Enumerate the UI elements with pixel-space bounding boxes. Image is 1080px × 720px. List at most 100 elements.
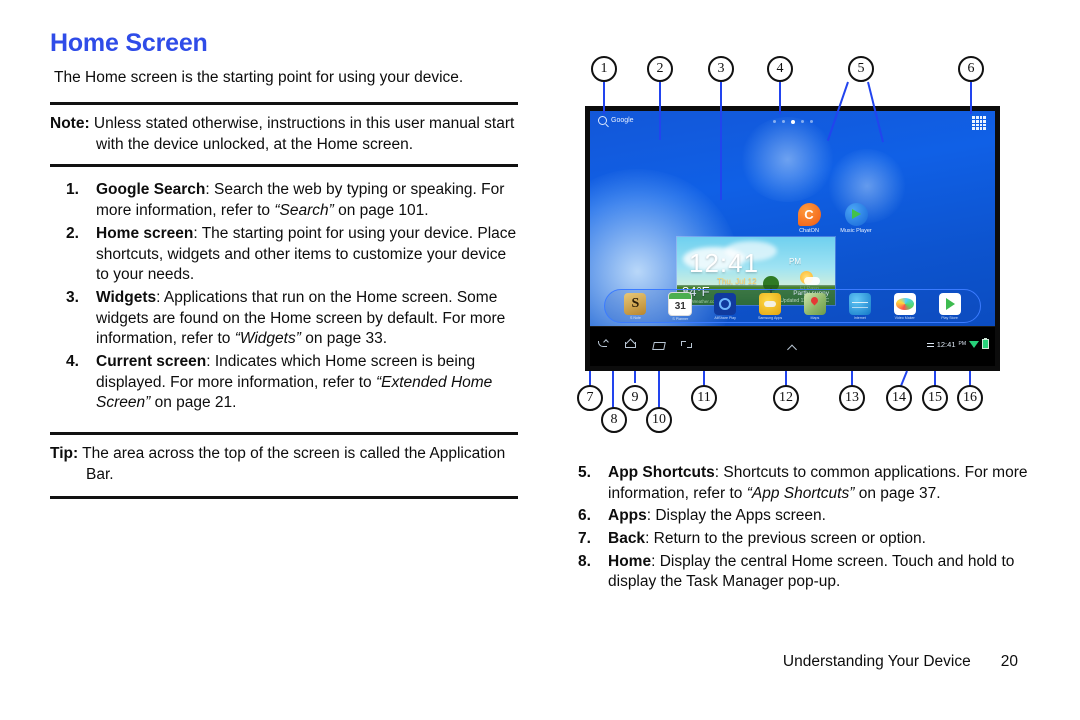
dock-item-label: S Note (629, 315, 641, 320)
intro-paragraph: The Home screen is the starting point fo… (54, 68, 464, 86)
callout-12: 12 (773, 385, 799, 411)
page-dot (781, 120, 785, 123)
dock-item-label: AllShare Play (714, 315, 736, 320)
dock-item-samsung-apps[interactable]: Samsung Apps (755, 292, 785, 320)
status-icons: 12:41 PM (926, 338, 989, 349)
dock-item-internet[interactable]: Internet (845, 292, 875, 320)
page-dot-active (790, 119, 795, 124)
callout-15: 15 (922, 385, 948, 411)
system-bar: 12:41 PM (590, 326, 995, 366)
page-dot (800, 120, 804, 123)
maps-icon (803, 292, 826, 315)
app-shortcut-music-player[interactable]: Music Player (837, 203, 875, 234)
leader-line-8 (612, 371, 614, 409)
device-callout-diagram: 1 2 3 4 5 6 Google 12:41 PM Thu, Jul 12 … (575, 48, 1015, 443)
application-bar: Google (590, 111, 995, 135)
gallery-icon (893, 292, 916, 315)
internet-icon (848, 292, 871, 315)
weather-sun-cloud-icon (800, 271, 820, 285)
home-icon[interactable] (624, 338, 637, 351)
music-player-icon (844, 203, 868, 226)
note-body: Unless stated otherwise, instructions in… (89, 114, 515, 153)
callout-3: 3 (708, 56, 734, 82)
page-indicator-dots (772, 119, 813, 124)
item-text-b: on page 21. (150, 394, 237, 412)
allshare-icon (714, 292, 737, 315)
samsung-apps-icon (759, 292, 782, 315)
apps-grid-icon[interactable] (972, 116, 986, 130)
callout-5: 5 (848, 56, 874, 82)
page-dot (772, 120, 776, 123)
screen-capture-icon[interactable] (680, 338, 693, 351)
item-term: Home (608, 552, 652, 570)
item-text-a: : Display the Apps screen. (646, 507, 826, 525)
footer-page-number: 20 (1000, 653, 1018, 670)
back-icon[interactable] (596, 338, 609, 351)
item-number: 1. (66, 181, 79, 199)
tip-label: Tip: (50, 445, 79, 463)
list-item: 5. App Shortcuts: Shortcuts to common app… (562, 463, 1032, 504)
item-text-b: on page 37. (854, 484, 941, 502)
callout-11: 11 (691, 385, 717, 411)
callout-16: 16 (957, 385, 983, 411)
list-item: 8. Home: Display the central Home screen.… (562, 552, 1032, 593)
dock-item-label: Internet (853, 315, 866, 320)
dock-item-play-store[interactable]: Play Store (935, 292, 965, 320)
callout-1: 1 (591, 56, 617, 82)
google-search-label: Google (611, 117, 634, 124)
callout-9: 9 (622, 385, 648, 411)
app-shortcut-chaton[interactable]: ChatON (790, 203, 828, 234)
tip-divider-bottom (50, 495, 518, 499)
list-item: 7. Back: Return to the previous screen or… (562, 529, 1032, 550)
list-item: 6. Apps: Display the Apps screen. (562, 506, 1032, 527)
dock-item-maps[interactable]: Maps (800, 292, 830, 320)
wifi-icon (969, 340, 979, 348)
magnifier-icon (598, 116, 607, 125)
status-meridiem: PM (958, 341, 967, 347)
app-dock: S Note S Planner AllShare Play Samsung A… (604, 289, 981, 323)
footer-section: Understanding Your Device (782, 653, 971, 670)
list-item: 4. Current screen: Indicates which Home s… (50, 352, 518, 414)
callout-8: 8 (601, 407, 627, 433)
widget-meridiem: PM (789, 257, 801, 266)
item-number: 7. (578, 530, 591, 548)
dock-item-label: Play Store (941, 315, 958, 320)
status-time: 12:41 (936, 339, 956, 349)
dock-item-label: S Planner (672, 316, 689, 321)
item-term: Back (608, 530, 646, 548)
tablet-device: Google 12:41 PM Thu, Jul 12 84°F AccuWea… (585, 106, 1000, 371)
chevron-up-icon[interactable] (788, 343, 797, 352)
navigation-icons (596, 338, 693, 351)
page-title: Home Screen (50, 29, 208, 57)
tip-block: Tip: The area across the top of the scre… (50, 435, 518, 496)
google-search-bar[interactable]: Google (598, 116, 634, 125)
dock-item-s-planner[interactable]: S Planner (665, 291, 695, 321)
item-term: Google Search (96, 181, 206, 199)
chaton-icon (797, 203, 821, 226)
item-reference: “App Shortcuts” (746, 484, 855, 502)
page-dot (809, 120, 813, 123)
list-item: 1. Google Search: Search the web by typin… (50, 180, 518, 221)
dock-item-allshare-play[interactable]: AllShare Play (710, 292, 740, 320)
dock-item-video-maker[interactable]: Video Maker (890, 292, 920, 320)
callout-7: 7 (577, 385, 603, 411)
leader-line-6 (970, 82, 972, 114)
battery-icon (982, 338, 989, 349)
item-number: 2. (66, 224, 79, 242)
note-text: Note: Unless stated otherwise, instructi… (50, 114, 518, 156)
leader-line-9 (634, 371, 636, 383)
item-term: Apps (608, 507, 647, 525)
tip-text: Tip: The area across the top of the scre… (50, 444, 518, 486)
dock-item-s-note[interactable]: S Note (620, 292, 650, 320)
s-note-icon (624, 292, 647, 315)
item-term: Widgets (96, 288, 157, 306)
numbered-list-right: 5. App Shortcuts: Shortcuts to common app… (562, 463, 1032, 595)
divider-bottom (50, 164, 518, 168)
numbered-list-left: 1. Google Search: Search the web by typin… (50, 180, 518, 414)
callout-2: 2 (647, 56, 673, 82)
item-reference: “Widgets” (234, 330, 301, 348)
recent-apps-icon[interactable] (652, 338, 665, 351)
item-text-a: : Display the central Home screen. Touch… (608, 552, 1015, 591)
item-text-a: : Return to the previous screen or optio… (645, 530, 926, 548)
list-item: 3. Widgets: Applications that run on the … (50, 288, 518, 350)
